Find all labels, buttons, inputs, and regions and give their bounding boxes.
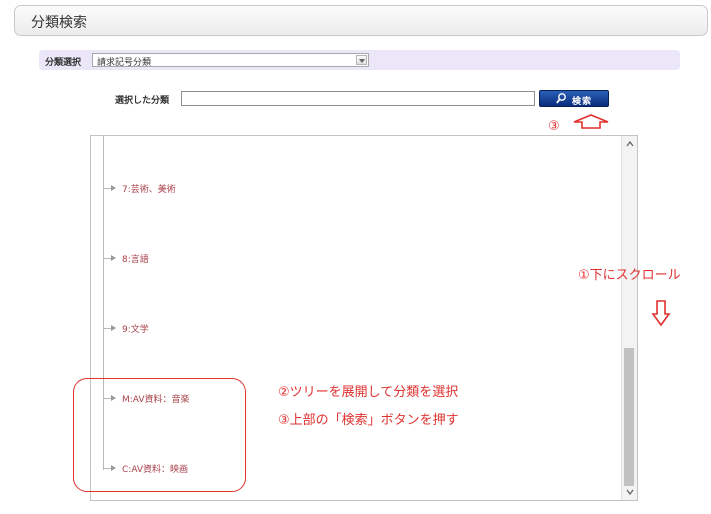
up-arrow-icon: [573, 114, 609, 129]
tree-node-label[interactable]: 7:芸術、美術: [122, 182, 176, 195]
tree-node-label[interactable]: 8:言語: [122, 252, 149, 265]
class-select-value: 請求記号分類: [97, 58, 152, 68]
chevron-up-icon[interactable]: [626, 140, 634, 148]
tree-node-label[interactable]: 9:文学: [122, 322, 149, 335]
step3-marker: ③: [548, 119, 560, 134]
step3-annotation: ③上部の「検索」ボタンを押す: [278, 413, 459, 428]
class-select-row: 分類選択 請求記号分類: [39, 50, 680, 70]
expand-arrow-icon[interactable]: [111, 255, 116, 261]
step2-annotation: ②ツリーを展開して分類を選択: [278, 385, 459, 400]
search-button[interactable]: 検索: [539, 90, 609, 107]
expand-arrow-icon[interactable]: [111, 325, 116, 331]
down-arrow-icon: [651, 300, 671, 327]
tree-branch: [103, 258, 111, 259]
chevron-down-icon[interactable]: [356, 55, 367, 65]
step1-annotation: ①下にスクロール: [578, 268, 681, 283]
selected-class-input[interactable]: [181, 91, 535, 106]
page-title: 分類検索: [31, 15, 87, 31]
header-bar: 分類検索: [14, 5, 708, 36]
expand-arrow-icon[interactable]: [111, 185, 116, 191]
highlight-box: [73, 378, 246, 492]
tree-scrollbar[interactable]: [621, 136, 637, 500]
search-icon: [556, 93, 566, 104]
class-select-dropdown[interactable]: 請求記号分類: [92, 53, 369, 68]
chevron-down-icon[interactable]: [626, 488, 634, 496]
selected-class-label: 選択した分類: [115, 96, 170, 106]
scrollbar-thumb[interactable]: [624, 348, 634, 486]
search-button-label: 検索: [572, 97, 593, 107]
class-select-label: 分類選択: [45, 58, 82, 68]
tree-branch: [103, 188, 111, 189]
tree-branch: [103, 328, 111, 329]
